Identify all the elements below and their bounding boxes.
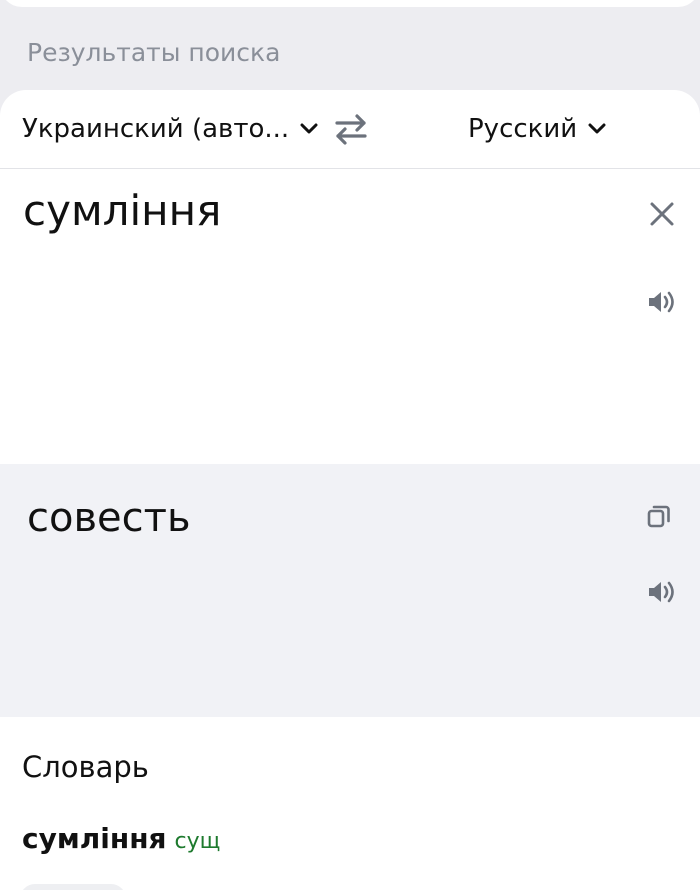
search-results-heading: Результаты поиска	[27, 38, 281, 67]
speak-translation-button[interactable]	[644, 574, 680, 610]
previous-card	[0, 0, 700, 7]
translation-text: совесть	[27, 495, 191, 541]
target-language-label: Русский	[468, 114, 578, 144]
source-text-area[interactable]: сумління	[0, 169, 700, 464]
chevron-down-icon	[588, 123, 606, 134]
translation-area: совесть	[0, 464, 700, 717]
dictionary-chip[interactable]	[20, 884, 126, 890]
target-language-select[interactable]: Русский	[468, 110, 607, 148]
dictionary-word: сумління	[22, 822, 167, 855]
speaker-icon	[649, 291, 674, 313]
source-language-label: Украинский (авто...	[22, 114, 290, 144]
language-bar: Украинский (авто... Русский	[0, 90, 700, 169]
speak-source-button[interactable]	[644, 284, 680, 320]
chevron-down-icon	[300, 123, 318, 134]
source-text[interactable]: сумління	[23, 185, 221, 237]
clear-button[interactable]	[644, 196, 680, 232]
dictionary-title: Словарь	[22, 750, 149, 784]
copy-icon	[647, 505, 670, 528]
copy-button[interactable]	[641, 498, 677, 534]
source-language-select[interactable]: Украинский (авто...	[22, 110, 319, 148]
dictionary-section: Словарь сумління сущ	[0, 717, 700, 890]
close-icon	[650, 202, 674, 226]
dictionary-entry: сумління сущ	[22, 820, 220, 861]
swap-arrows-icon[interactable]	[333, 113, 369, 145]
part-of-speech-label: сущ	[174, 829, 221, 854]
speaker-icon	[649, 581, 674, 603]
translator-card: Украинский (авто... Русский сумління сов…	[0, 90, 700, 890]
